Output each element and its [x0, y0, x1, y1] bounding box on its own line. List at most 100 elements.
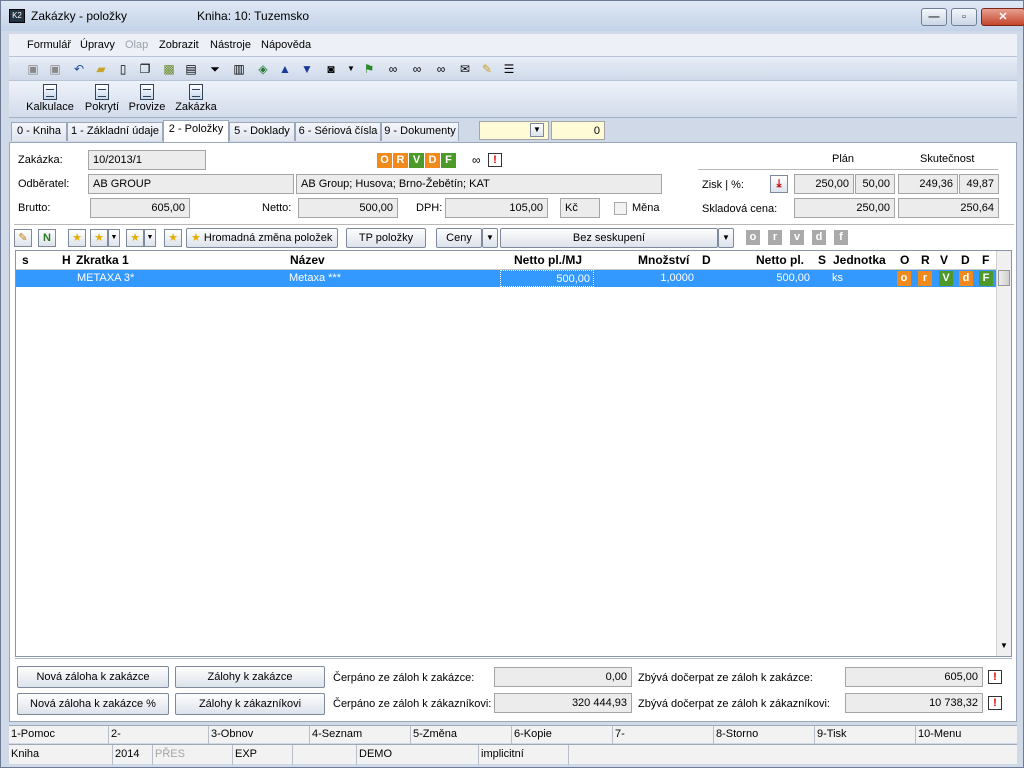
tab-doklady[interactable]: 5 - Doklady [229, 122, 295, 141]
new-item-button[interactable]: N [38, 229, 56, 247]
arrow-up-icon[interactable]: ▲ [277, 61, 293, 77]
star-edit-dropdown[interactable]: ▼ [144, 229, 156, 247]
col-netto-mj-header[interactable]: Netto pl./MJ [514, 253, 582, 267]
sklad-plan-field[interactable]: 250,00 [794, 198, 895, 218]
zalohy-zakazka-button[interactable]: Zálohy k zakázce [175, 666, 325, 688]
pokryti-button[interactable]: Pokrytí [83, 84, 121, 116]
warning-icon[interactable]: ! [988, 696, 1002, 710]
fkey-7[interactable]: 7- [613, 726, 714, 744]
tab-counter-field[interactable]: 0 [551, 121, 605, 140]
seskupeni-dropdown[interactable]: ▼ [718, 228, 734, 248]
star-add-dropdown[interactable]: ▼ [108, 229, 120, 247]
flag-icon[interactable]: ⚑ [361, 61, 377, 77]
cerpano-zakaznik-field[interactable]: 320 444,93 [494, 693, 632, 713]
open-folder-icon[interactable]: ▰ [93, 61, 109, 77]
col-nazev-header[interactable]: Název [290, 253, 325, 267]
netto-field[interactable]: 500,00 [298, 198, 398, 218]
col-h-header[interactable]: H [62, 253, 71, 267]
binoculars-icon[interactable]: ∞ [472, 153, 481, 167]
zisk-plan-pct-field[interactable]: 50,00 [855, 174, 895, 194]
col-v-header[interactable]: V [940, 253, 948, 267]
tab-kniha[interactable]: 0 - Kniha [11, 122, 67, 141]
col-netto-header[interactable]: Netto pl. [756, 253, 804, 267]
fkey-pomoc[interactable]: 1-Pomoc [9, 726, 109, 744]
close-button[interactable]: ✕ [981, 8, 1024, 26]
table-row[interactable]: METAXA 3* Metaxa *** 500,00 1,0000 500,0… [16, 270, 996, 287]
filter-icon[interactable]: ⏷ [207, 61, 223, 77]
star-add-button[interactable]: ★ [90, 229, 108, 247]
zisk-skut-pct-field[interactable]: 49,87 [959, 174, 999, 194]
star-button[interactable]: ★ [68, 229, 86, 247]
lock-icon[interactable]: ▩ [161, 61, 177, 77]
menu-formular[interactable]: Formulář [27, 39, 71, 51]
provize-button[interactable]: Provize [127, 84, 167, 116]
fkey-tisk[interactable]: 9-Tisk [815, 726, 916, 744]
new-document-icon[interactable]: ▯ [115, 61, 131, 77]
tab-dokumenty[interactable]: 9 - Dokumenty [381, 122, 459, 141]
zisk-plan-field[interactable]: 250,00 [794, 174, 854, 194]
fkey-obnov[interactable]: 3-Obnov [209, 726, 310, 744]
maximize-button[interactable]: ▫ [951, 8, 977, 26]
filter-f-button[interactable]: f [834, 230, 848, 245]
arrow-down-icon[interactable]: ▼ [299, 61, 315, 77]
dph-field[interactable]: 105,00 [445, 198, 548, 218]
menu-olap[interactable]: Olap [125, 39, 148, 51]
mena-checkbox[interactable] [614, 202, 627, 215]
fkey-2[interactable]: 2- [109, 726, 209, 744]
warning-icon[interactable]: ! [988, 670, 1002, 684]
col-d2-header[interactable]: D [961, 253, 970, 267]
scroll-down-icon[interactable]: ▼ [1000, 641, 1008, 650]
tab-zakladni-udaje[interactable]: 1 - Základní údaje [67, 122, 163, 141]
col-r-header[interactable]: R [921, 253, 930, 267]
save-as-icon[interactable]: ▣ [47, 61, 63, 77]
zisk-skut-field[interactable]: 249,36 [898, 174, 958, 194]
binoculars-next-icon[interactable]: ∞ [409, 61, 425, 77]
binoculars-icon[interactable]: ∞ [385, 61, 401, 77]
edit-item-button[interactable]: ✎ [14, 229, 32, 247]
filter-d-button[interactable]: d [812, 230, 826, 245]
tp-polozky-button[interactable]: TP položky [346, 228, 426, 248]
col-o-header[interactable]: O [900, 253, 909, 267]
fkey-kopie[interactable]: 6-Kopie [512, 726, 613, 744]
list-icon[interactable]: ☰ [501, 61, 517, 77]
chevron-down-icon[interactable]: ▼ [343, 61, 359, 77]
zakazka-field[interactable]: 10/2013/1 [88, 150, 206, 170]
kalkulace-button[interactable]: Kalkulace [25, 84, 75, 116]
menu-nastroje[interactable]: Nástroje [210, 39, 251, 51]
menu-upravy[interactable]: Úpravy [80, 39, 115, 51]
seskupeni-select[interactable]: Bez seskupení [500, 228, 718, 248]
undo-icon[interactable]: ↶ [71, 61, 87, 77]
col-f-header[interactable]: F [982, 253, 989, 267]
filter-o-button[interactable]: o [746, 230, 760, 245]
odberatel-field[interactable]: AB GROUP [88, 174, 294, 194]
find-replace-icon[interactable]: ∞ [433, 61, 449, 77]
camera-icon[interactable]: ◙ [323, 61, 339, 77]
fkey-menu[interactable]: 10-Menu [916, 726, 1017, 744]
layers-icon[interactable]: ◈ [255, 61, 271, 77]
menu-napoveda[interactable]: Nápověda [261, 39, 311, 51]
zalohy-zakaznik-button[interactable]: Zálohy k zákazníkovi [175, 693, 325, 715]
col-mnozstvi-header[interactable]: Množství [638, 253, 689, 267]
filter-document-icon[interactable]: ▥ [231, 61, 247, 77]
menu-zobrazit[interactable]: Zobrazit [159, 39, 199, 51]
brutto-field[interactable]: 605,00 [90, 198, 190, 218]
tab-polozky[interactable]: 2 - Položky [163, 120, 229, 142]
ceny-button[interactable]: Ceny [436, 228, 482, 248]
scrollbar-thumb[interactable] [998, 270, 1010, 286]
zisk-sort-button[interactable]: ⤓ [770, 175, 788, 193]
nova-zaloha-zakazka-pct-button[interactable]: Nová záloha k zakázce % [17, 693, 169, 715]
tab-seriova-cisla[interactable]: 6 - Sériová čísla [295, 122, 381, 141]
filter-r-button[interactable]: r [768, 230, 782, 245]
mail-icon[interactable]: ✉ [457, 61, 473, 77]
col-s2-header[interactable]: S [818, 253, 826, 267]
save-icon[interactable]: ▣ [25, 61, 41, 77]
star-edit-button[interactable]: ★ [126, 229, 144, 247]
zakazka-button[interactable]: Zakázka [173, 84, 219, 116]
col-d-header[interactable]: D [702, 253, 711, 267]
col-jednotka-header[interactable]: Jednotka [833, 253, 886, 267]
col-zkratka-header[interactable]: Zkratka 1 [76, 253, 129, 267]
vertical-scrollbar[interactable]: ▼ [996, 251, 1011, 656]
copy-icon[interactable]: ❐ [137, 61, 153, 77]
tab-filter-dropdown[interactable]: ▼ [530, 123, 544, 137]
star-delete-button[interactable]: ★ [164, 229, 182, 247]
